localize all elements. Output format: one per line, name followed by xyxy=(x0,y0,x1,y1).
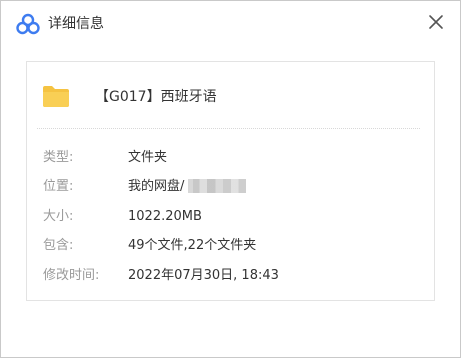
detail-row-modified: 修改时间: 2022年07月30日, 18:43 xyxy=(27,265,434,287)
cloud-app-logo-icon xyxy=(16,13,40,35)
location-value: 我的网盘/ xyxy=(128,179,185,194)
detail-row-contains: 包含: 49个文件,22个文件夹 xyxy=(27,235,434,257)
detail-row-location: 位置: 我的网盘/ xyxy=(27,176,434,198)
detail-row-size: 大小: 1022.20MB xyxy=(27,206,434,228)
item-name: 【G017】西班牙语 xyxy=(95,89,217,105)
size-label: 大小: xyxy=(43,209,74,224)
close-icon[interactable] xyxy=(424,10,448,34)
modified-value: 2022年07月30日, 18:43 xyxy=(128,268,279,283)
divider xyxy=(37,128,420,129)
dialog-title: 详细信息 xyxy=(48,16,104,32)
folder-icon xyxy=(43,86,69,107)
detail-row-type: 类型: 文件夹 xyxy=(27,147,434,169)
type-value: 文件夹 xyxy=(128,150,168,165)
title-bar: 详细信息 xyxy=(1,1,460,47)
location-label: 位置: xyxy=(43,179,74,194)
redacted-path xyxy=(188,178,247,193)
details-dialog: 详细信息 【G017】西班牙语 类型: 文件夹 位置: 我的网盘/ 大小: 10… xyxy=(0,0,461,358)
type-label: 类型: xyxy=(43,150,74,165)
details-panel: 【G017】西班牙语 类型: 文件夹 位置: 我的网盘/ 大小: 1022.20… xyxy=(26,61,435,301)
modified-label: 修改时间: xyxy=(43,268,100,283)
location-value-wrap: 我的网盘/ xyxy=(128,176,247,198)
size-value: 1022.20MB xyxy=(128,209,202,224)
contains-label: 包含: xyxy=(43,238,74,253)
contains-value: 49个文件,22个文件夹 xyxy=(128,238,257,253)
